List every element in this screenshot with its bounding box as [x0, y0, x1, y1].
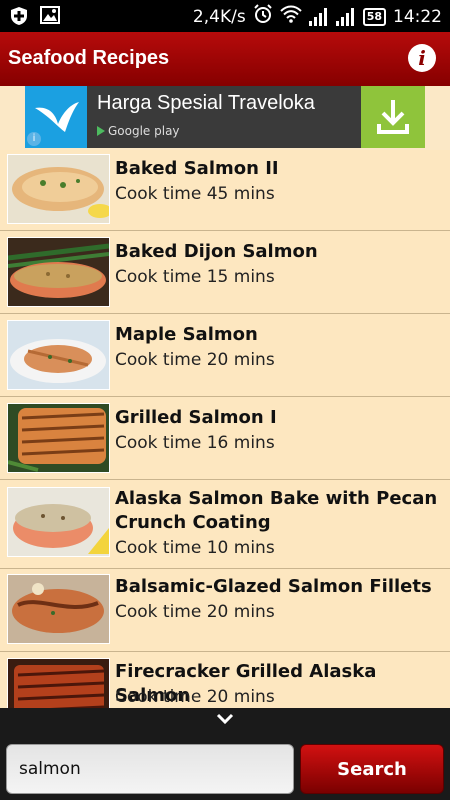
image-icon	[40, 6, 60, 30]
cook-time: Cook time 20 mins	[115, 687, 275, 707]
cook-time: Cook time 45 mins	[115, 184, 275, 204]
list-item[interactable]: Baked Salmon II Cook time 45 mins	[0, 150, 450, 231]
clock: 14:22	[393, 6, 442, 27]
ad-info-icon[interactable]: i	[27, 132, 41, 146]
recipe-thumbnail	[7, 487, 110, 557]
ad-store: Google play	[97, 124, 180, 138]
recipe-title: Maple Salmon	[115, 324, 258, 345]
status-bar: 2,4K/s 58 14:22	[0, 0, 450, 32]
signal-icon	[308, 7, 329, 26]
recipe-title: Alaska Salmon Bake with Pecan Crunch Coa…	[115, 488, 438, 533]
recipe-thumbnail	[7, 574, 110, 644]
google-play-icon	[97, 126, 105, 136]
recipe-title: Grilled Salmon I	[115, 407, 277, 428]
chevron-down-icon[interactable]	[216, 712, 234, 726]
search-bar: salmon Search	[0, 708, 450, 800]
cook-time: Cook time 20 mins	[115, 350, 275, 370]
battery-icon: 58	[362, 7, 386, 26]
list-item[interactable]: Grilled Salmon I Cook time 16 mins	[0, 397, 450, 480]
cook-time: Cook time 10 mins	[115, 538, 275, 558]
recipe-title: Baked Salmon II	[115, 158, 279, 179]
list-item[interactable]: Alaska Salmon Bake with Pecan Crunch Coa…	[0, 480, 450, 569]
cook-time: Cook time 20 mins	[115, 602, 275, 622]
list-item[interactable]: Baked Dijon Salmon Cook time 15 mins	[0, 231, 450, 314]
recipe-thumbnail	[7, 154, 110, 224]
ad-banner[interactable]: i Harga Spesial Traveloka Google play	[25, 86, 425, 148]
shield-plus-icon	[10, 6, 28, 30]
cook-time: Cook time 16 mins	[115, 433, 275, 453]
list-item[interactable]: Balsamic-Glazed Salmon Fillets Cook time…	[0, 569, 450, 652]
download-icon[interactable]	[361, 86, 425, 148]
cook-time: Cook time 15 mins	[115, 267, 275, 287]
app-bar: Seafood Recipes i	[0, 32, 450, 86]
ad-store-label: Google play	[108, 124, 180, 138]
signal-icon	[335, 7, 356, 26]
recipe-thumbnail	[7, 658, 110, 708]
app-title: Seafood Recipes	[8, 47, 170, 69]
recipe-title: Baked Dijon Salmon	[115, 241, 318, 262]
recipe-list: Baked Salmon II Cook time 45 mins Baked …	[0, 150, 450, 708]
recipe-thumbnail	[7, 320, 110, 390]
search-input[interactable]: salmon	[6, 744, 294, 794]
search-button[interactable]: Search	[300, 744, 444, 794]
ad-area: i Harga Spesial Traveloka Google play	[0, 86, 450, 150]
list-item[interactable]: Maple Salmon Cook time 20 mins	[0, 314, 450, 397]
wifi-icon	[279, 5, 302, 28]
recipe-thumbnail	[7, 403, 110, 473]
recipe-title: Balsamic-Glazed Salmon Fillets	[115, 576, 432, 597]
ad-title: Harga Spesial Traveloka	[97, 92, 315, 114]
recipe-thumbnail	[7, 237, 110, 307]
list-item[interactable]: Firecracker Grilled Alaska Salmon Cook t…	[0, 652, 450, 708]
alarm-icon	[253, 4, 273, 29]
network-speed: 2,4K/s	[192, 6, 246, 27]
info-icon[interactable]: i	[408, 44, 436, 72]
